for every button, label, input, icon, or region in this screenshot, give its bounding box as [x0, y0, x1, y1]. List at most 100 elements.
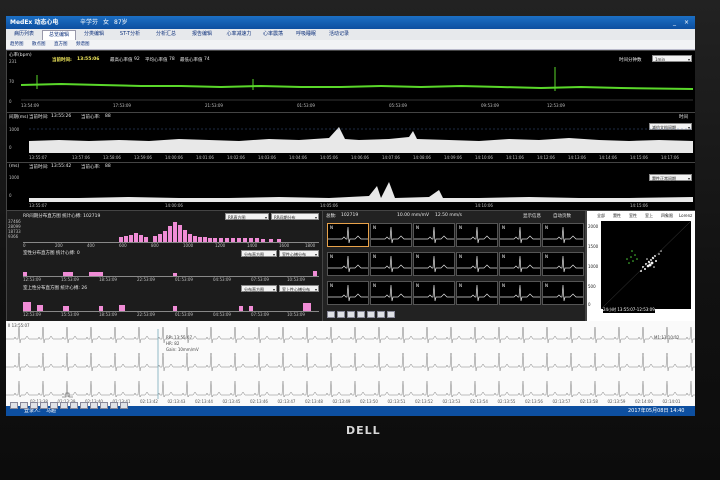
- menu-hr-turbulence[interactable]: 心率震荡: [258, 30, 288, 39]
- trend-tick: 14:15:06: [630, 155, 648, 160]
- tool-button[interactable]: [50, 402, 58, 409]
- minimize-button[interactable]: _: [670, 18, 679, 27]
- beat-waveform: [328, 226, 368, 244]
- template-total: 102719: [341, 213, 359, 218]
- beat-template[interactable]: N: [370, 281, 412, 305]
- hr-tick: 01:53:09: [297, 103, 315, 108]
- beat-template[interactable]: N: [413, 223, 455, 247]
- beat-template[interactable]: N: [542, 281, 584, 305]
- vent-hist-x: 12:53:09: [23, 277, 41, 282]
- menu-st-analysis[interactable]: ST-T分析: [114, 30, 146, 39]
- template-tool-button[interactable]: [367, 311, 375, 318]
- template-tool-button[interactable]: [377, 311, 385, 318]
- tool-button[interactable]: [110, 402, 118, 409]
- beat-template[interactable]: N: [370, 223, 412, 247]
- tool-button[interactable]: [30, 402, 38, 409]
- menu-report-edit[interactable]: 报告编辑: [186, 30, 218, 39]
- vent-hist-mode-select[interactable]: 室性心搏分布 ▾: [279, 250, 319, 257]
- strip-time-tick: 02:13:46: [250, 399, 268, 404]
- strip-time-tick: 02:13:53: [442, 399, 461, 404]
- show-info-checkbox[interactable]: 显示信息: [523, 213, 541, 219]
- scatter-legend-total[interactable]: 全部: [597, 213, 605, 219]
- ecg-strip-area[interactable]: II 13:55:07 RR: 13:55:07 HR: 82 Gain: 10…: [6, 321, 695, 408]
- rr-hist-mode-select[interactable]: RR间期分布 ▾: [271, 213, 319, 220]
- rr-axis-title: 间期(ms): [9, 115, 29, 120]
- tool-button[interactable]: [60, 402, 68, 409]
- tool-button[interactable]: [100, 402, 108, 409]
- tool-button[interactable]: [70, 402, 78, 409]
- menu-decel-capacity[interactable]: 心率减速力: [222, 30, 256, 39]
- vent-hist-x: 18:53:09: [99, 277, 117, 282]
- scatter-legend-supra[interactable]: 室上: [645, 213, 653, 219]
- trend-tick: 14:08:06: [413, 155, 431, 160]
- menu-activity-log[interactable]: 活动记录: [324, 30, 354, 39]
- hr-trend-panel[interactable]: 心率(bpm) 231 70 0 当前时间: 13:55:06 最高心率值 92…: [6, 50, 695, 114]
- rr-trend-panel[interactable]: 间期(ms) 1000 0 当前时间: 13:55:26 当前心率: 88 时间…: [6, 112, 695, 164]
- beat-waveform: [414, 255, 454, 273]
- rr-hist-type-select[interactable]: RR直方图 ▾: [225, 213, 269, 220]
- strip-toolbar: [10, 402, 130, 410]
- beat-template[interactable]: N: [499, 281, 541, 305]
- hr-y-max: 231: [9, 59, 17, 64]
- scatter-legend-normal[interactable]: 窦性: [613, 213, 621, 219]
- tab-spectrum[interactable]: 频谱图: [76, 40, 90, 49]
- tab-scatter[interactable]: 散点图: [32, 40, 46, 49]
- rr-trend2-panel[interactable]: (ms) 1000 0 当前时间: 13:55:42 当前心率: 88 窦性正常…: [6, 162, 695, 212]
- tool-button[interactable]: [80, 402, 88, 409]
- vent-hist-type-select[interactable]: 分布直方图 ▾: [241, 250, 277, 257]
- beat-template[interactable]: N: [456, 281, 498, 305]
- beat-template[interactable]: N: [327, 252, 369, 276]
- trend-tick: 14:00:06: [165, 155, 183, 160]
- template-tool-button[interactable]: [337, 311, 345, 318]
- menu-case-list[interactable]: 病历列表: [8, 30, 40, 39]
- template-tool-button[interactable]: [347, 311, 355, 318]
- auto-page-checkbox[interactable]: 自动页数: [553, 213, 571, 219]
- menu-classify-edit[interactable]: 分类编辑: [78, 30, 110, 39]
- strip-time-tick: 02:13:57: [552, 399, 571, 404]
- rr2-axis-title: (ms): [9, 164, 20, 169]
- beat-template[interactable]: N: [327, 281, 369, 305]
- rr-hist-x: 200: [55, 243, 63, 248]
- beat-template[interactable]: N: [542, 252, 584, 276]
- rr-hist-x: 1400: [247, 243, 258, 248]
- beat-template[interactable]: N: [499, 252, 541, 276]
- tool-button[interactable]: [40, 402, 48, 409]
- rr-hr-value: 88: [105, 114, 111, 119]
- app-brand: MedEx 动态心电: [10, 19, 59, 26]
- beat-template[interactable]: N: [499, 223, 541, 247]
- tool-button[interactable]: [120, 402, 128, 409]
- scatter-legend-vent[interactable]: 室性: [629, 213, 637, 219]
- supra-hist-mode-select[interactable]: 室上性心搏分布 ▾: [279, 285, 319, 292]
- tool-button[interactable]: [10, 402, 18, 409]
- supra-hist-x: 10:53:09: [287, 312, 305, 317]
- tab-histogram[interactable]: 直方图: [54, 40, 68, 49]
- strip-time-tick: 02:14:01: [662, 399, 681, 404]
- tool-button[interactable]: [90, 402, 98, 409]
- beat-template[interactable]: N: [542, 223, 584, 247]
- beat-template[interactable]: N: [327, 223, 369, 247]
- tab-trend[interactable]: 趋势图: [10, 40, 24, 49]
- menu-analysis-summary[interactable]: 分析汇总: [150, 30, 182, 39]
- rr-hist-x: 0: [23, 243, 26, 248]
- beat-template[interactable]: N: [370, 252, 412, 276]
- scatter-legend-other[interactable]: 四象限: [661, 213, 673, 219]
- menu-resp-sleep[interactable]: 呼吸睡眠: [290, 30, 322, 39]
- template-tool-button[interactable]: [357, 311, 365, 318]
- trend-tick: 14:06:06: [351, 155, 369, 160]
- beat-template[interactable]: N: [456, 252, 498, 276]
- hr-interval-select[interactable]: 1min ▾: [652, 55, 692, 62]
- template-tool-button[interactable]: [327, 311, 335, 318]
- beat-template[interactable]: N: [413, 252, 455, 276]
- trend-tick: 14:05:06: [320, 155, 338, 160]
- beat-template[interactable]: N: [413, 281, 455, 305]
- strip-time-tick: 02:13:45: [222, 399, 241, 404]
- close-button[interactable]: ×: [682, 18, 691, 27]
- tool-button[interactable]: [20, 402, 28, 409]
- scatter-mode[interactable]: Lorenz: [679, 213, 692, 218]
- scatter-y: 2000: [588, 224, 599, 229]
- template-tool-button[interactable]: [387, 311, 395, 318]
- supra-hist-type-select[interactable]: 分布直方图 ▾: [241, 285, 277, 292]
- beat-template[interactable]: N: [456, 223, 498, 247]
- vent-hist-plot: [23, 271, 319, 277]
- trend-tick: 13:55:07: [29, 155, 47, 160]
